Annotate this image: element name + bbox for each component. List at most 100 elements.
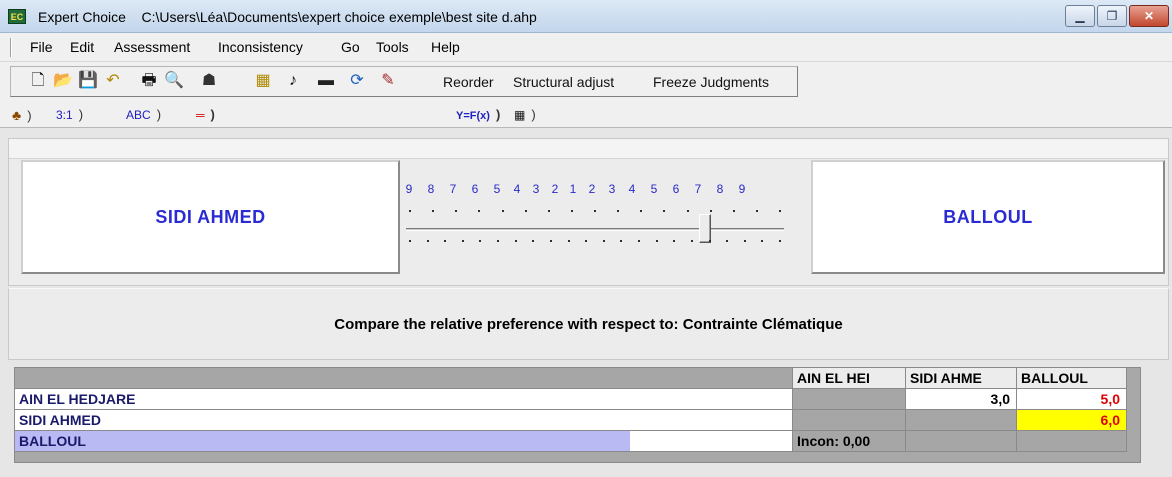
tab-graphical[interactable]: ═)	[196, 105, 215, 126]
scale-label: 5	[650, 182, 658, 196]
menu-go[interactable]: Go	[341, 39, 360, 55]
column-header[interactable]: SIDI AHME	[906, 368, 1017, 389]
matrix-cell	[793, 410, 906, 431]
column-header[interactable]: AIN EL HEI	[793, 368, 906, 389]
print-icon[interactable]: 🖶	[139, 71, 159, 91]
scale-label: 4	[513, 182, 521, 196]
inconsistency-value: Incon: 0,00	[793, 431, 906, 452]
calculator-icon[interactable]: ▦	[253, 71, 273, 91]
menu-grip	[10, 38, 12, 57]
matrix-cell	[906, 431, 1017, 452]
new-file-icon[interactable]: 🗋	[28, 71, 48, 91]
column-header[interactable]: BALLOUL	[1017, 368, 1127, 389]
hierarchy-icon[interactable]: ☗	[199, 71, 219, 91]
reorder-button[interactable]: Reorder	[443, 72, 494, 92]
scale-tick	[501, 210, 504, 212]
left-alternative-box[interactable]: SIDI AHMED	[21, 160, 400, 274]
close-button[interactable]: ✕	[1129, 5, 1169, 27]
matrix-cell[interactable]: 5,0	[1017, 389, 1127, 410]
menu-inconsistency[interactable]: Inconsistency	[218, 39, 303, 55]
matrix-row: SIDI AHMED 6,0	[15, 410, 1140, 431]
matrix-header-row: AIN EL HEI SIDI AHME BALLOUL	[15, 368, 1140, 389]
right-alternative-box[interactable]: BALLOUL	[811, 160, 1165, 274]
menu-tools[interactable]: Tools	[376, 39, 409, 55]
undo-icon[interactable]: ↶	[103, 71, 123, 91]
scale-tick	[549, 240, 552, 242]
title-bar: EC Expert Choice C:\Users\Léa\Documents\…	[0, 0, 1172, 33]
scale-tick	[617, 210, 620, 212]
title-app: Expert Choice	[38, 9, 126, 25]
scale-label: 7	[449, 182, 457, 196]
matrix-cell	[1017, 431, 1127, 452]
scale-tick	[726, 240, 729, 242]
row-label-text: BALLOUL	[19, 433, 86, 449]
scale-numbers: 9 8 7 6 5 4 3 2 1 2 3 4 5 6 7 8 9	[405, 182, 785, 198]
scale-tick	[673, 240, 676, 242]
toolbar: 🗋 📂 💾 ↶ 🖶 🔍 ☗ ▦ ♪ ▬ ⟳ ✎ Reorder Structur…	[0, 62, 1172, 100]
menu-file[interactable]: File	[30, 39, 53, 55]
print-preview-icon[interactable]: 🔍	[164, 71, 184, 91]
scale-tick	[497, 240, 500, 242]
scale-tick	[761, 240, 764, 242]
pairwise-icon[interactable]: ♣)	[12, 105, 32, 126]
scale-tick	[426, 240, 429, 242]
matrix-cell	[793, 389, 906, 410]
scale-tick	[524, 210, 527, 212]
scale-tick	[461, 240, 464, 242]
scale-label: 1	[569, 182, 577, 196]
scale-tick	[409, 210, 411, 212]
title-path: C:\Users\Léa\Documents\expert choice exe…	[141, 9, 537, 25]
tab-matrix-grid[interactable]: ▦)	[514, 105, 536, 126]
save-icon[interactable]: 💾	[78, 71, 98, 91]
scale-label: 8	[427, 182, 435, 196]
judgment-slider-thumb[interactable]	[699, 214, 711, 243]
tab-numerical[interactable]: 3:1)	[56, 105, 83, 126]
menu-assessment[interactable]: Assessment	[114, 39, 190, 55]
refresh-icon[interactable]: ⟳	[347, 71, 367, 91]
scale-tick	[620, 240, 623, 242]
scale-label: 8	[716, 182, 724, 196]
panel-strip	[9, 139, 1168, 159]
open-folder-icon[interactable]: 📂	[53, 71, 73, 91]
freeze-judgments-button[interactable]: Freeze Judgments	[653, 72, 769, 92]
maximize-button[interactable]: ❐	[1097, 5, 1127, 27]
magic-wand-icon[interactable]: ✎	[378, 71, 398, 91]
scale-tick	[655, 240, 658, 242]
minimize-button[interactable]: ▁	[1065, 5, 1095, 27]
mode-tabs: ♣) 3:1) ABC) ═) Y=F(x)) ▦)	[0, 100, 1172, 128]
structural-adjust-button[interactable]: Structural adjust	[513, 72, 614, 92]
note-icon[interactable]: ♪	[283, 71, 303, 91]
scale-label: 4	[628, 182, 636, 196]
row-label-selected[interactable]: BALLOUL	[15, 431, 793, 452]
scale-tick	[663, 210, 666, 212]
scale-tick	[743, 240, 746, 242]
scale-tick	[514, 240, 517, 242]
selected-matrix-cell[interactable]: 6,0	[1017, 410, 1127, 431]
scale-tick	[444, 240, 447, 242]
scale-label: 5	[493, 182, 501, 196]
scale-label: 2	[588, 182, 596, 196]
row-label[interactable]: AIN EL HEDJARE	[15, 389, 793, 410]
scale-label: 2	[551, 182, 559, 196]
scale-label: 7	[694, 182, 702, 196]
scale-label: 6	[672, 182, 680, 196]
menu-help[interactable]: Help	[431, 39, 460, 55]
display-icon[interactable]: ▬	[316, 71, 336, 91]
matrix-cell[interactable]: 3,0	[906, 389, 1017, 410]
tab-formula[interactable]: Y=F(x))	[456, 105, 500, 126]
matrix-row: AIN EL HEDJARE 3,0 5,0	[15, 389, 1140, 410]
scale-tick	[570, 210, 573, 212]
tab-verbal[interactable]: ABC)	[126, 105, 161, 126]
menu-edit[interactable]: Edit	[70, 39, 94, 55]
menu-bar: File Edit Assessment Inconsistency Go To…	[0, 33, 1172, 62]
scale-tick	[478, 210, 481, 212]
judgment-slider-track[interactable]	[406, 228, 784, 231]
row-label[interactable]: SIDI AHMED	[15, 410, 793, 431]
judgment-matrix: AIN EL HEI SIDI AHME BALLOUL AIN EL HEDJ…	[14, 367, 1141, 463]
scale-label: 3	[532, 182, 540, 196]
scale-tick	[585, 240, 588, 242]
matrix-header-blank	[15, 368, 793, 389]
scale-tick	[594, 210, 596, 212]
scale-label: 9	[405, 182, 413, 196]
scale-tick	[732, 210, 735, 212]
